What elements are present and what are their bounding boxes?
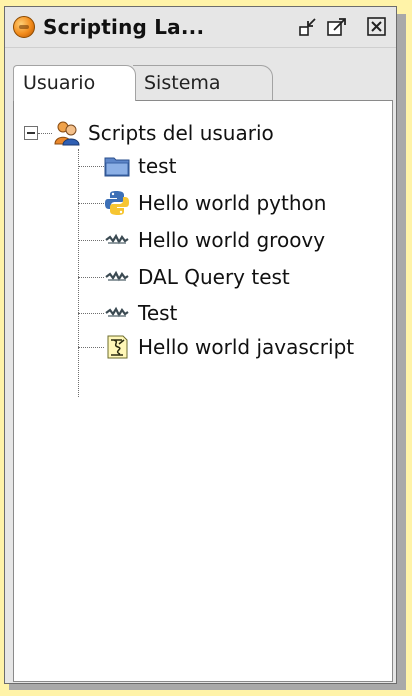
tree-collapse-toggle[interactable] <box>24 126 38 140</box>
tab-sistema-label: Sistema <box>144 72 221 94</box>
script-tree: Scripts del usuario test Hello world pyt… <box>14 101 392 681</box>
tab-usuario-label: Usuario <box>23 72 96 94</box>
tree-item-groovy-script[interactable]: Hello world groovy <box>104 225 325 255</box>
tree-item-label: Hello world groovy <box>138 228 326 252</box>
groovy-icon <box>104 300 130 326</box>
tree-connector <box>78 203 104 204</box>
users-icon <box>54 120 80 146</box>
tree-connector <box>78 240 104 241</box>
tree-item-label: Test <box>138 301 178 325</box>
tree-item-javascript-script[interactable]: Hello world javascript <box>104 332 354 362</box>
tree-item-label: Hello world python <box>138 191 327 215</box>
groovy-icon <box>104 264 130 290</box>
minimize-icon[interactable] <box>298 16 320 38</box>
tree-guide-line <box>78 149 79 397</box>
tree-connector <box>78 347 104 348</box>
close-icon[interactable] <box>366 16 388 38</box>
tree-root-label: Scripts del usuario <box>88 121 274 145</box>
window-controls <box>292 16 388 38</box>
tree-connector <box>78 166 104 167</box>
tree-item-label: DAL Query test <box>138 265 290 289</box>
tree-connector <box>38 133 52 134</box>
tab-usuario[interactable]: Usuario <box>13 65 136 101</box>
tab-sistema[interactable]: Sistema <box>133 65 273 101</box>
scripting-panel: Scripting La... Usuario Sistema Scripts … <box>4 6 397 684</box>
tree-item-label: test <box>138 154 177 178</box>
tree-item-python-script[interactable]: Hello world python <box>104 188 326 218</box>
groovy-icon <box>104 227 130 253</box>
panel-titlebar[interactable]: Scripting La... <box>5 7 396 48</box>
folder-icon <box>104 153 130 179</box>
maximize-icon[interactable] <box>326 16 348 38</box>
tree-connector <box>78 277 104 278</box>
scripting-logo-icon <box>13 16 35 38</box>
tree-root-node[interactable]: Scripts del usuario <box>54 118 274 148</box>
tree-item-test-script[interactable]: Test <box>104 298 177 328</box>
python-icon <box>104 190 130 216</box>
tab-bar: Usuario Sistema <box>13 65 393 101</box>
tree-item-dal-query-script[interactable]: DAL Query test <box>104 262 290 292</box>
javascript-icon <box>104 334 130 360</box>
tree-connector <box>78 313 104 314</box>
panel-title: Scripting La... <box>43 15 205 39</box>
tab-content: Scripts del usuario test Hello world pyt… <box>13 100 393 682</box>
tree-item-test-folder[interactable]: test <box>104 151 176 181</box>
tree-item-label: Hello world javascript <box>138 335 355 359</box>
